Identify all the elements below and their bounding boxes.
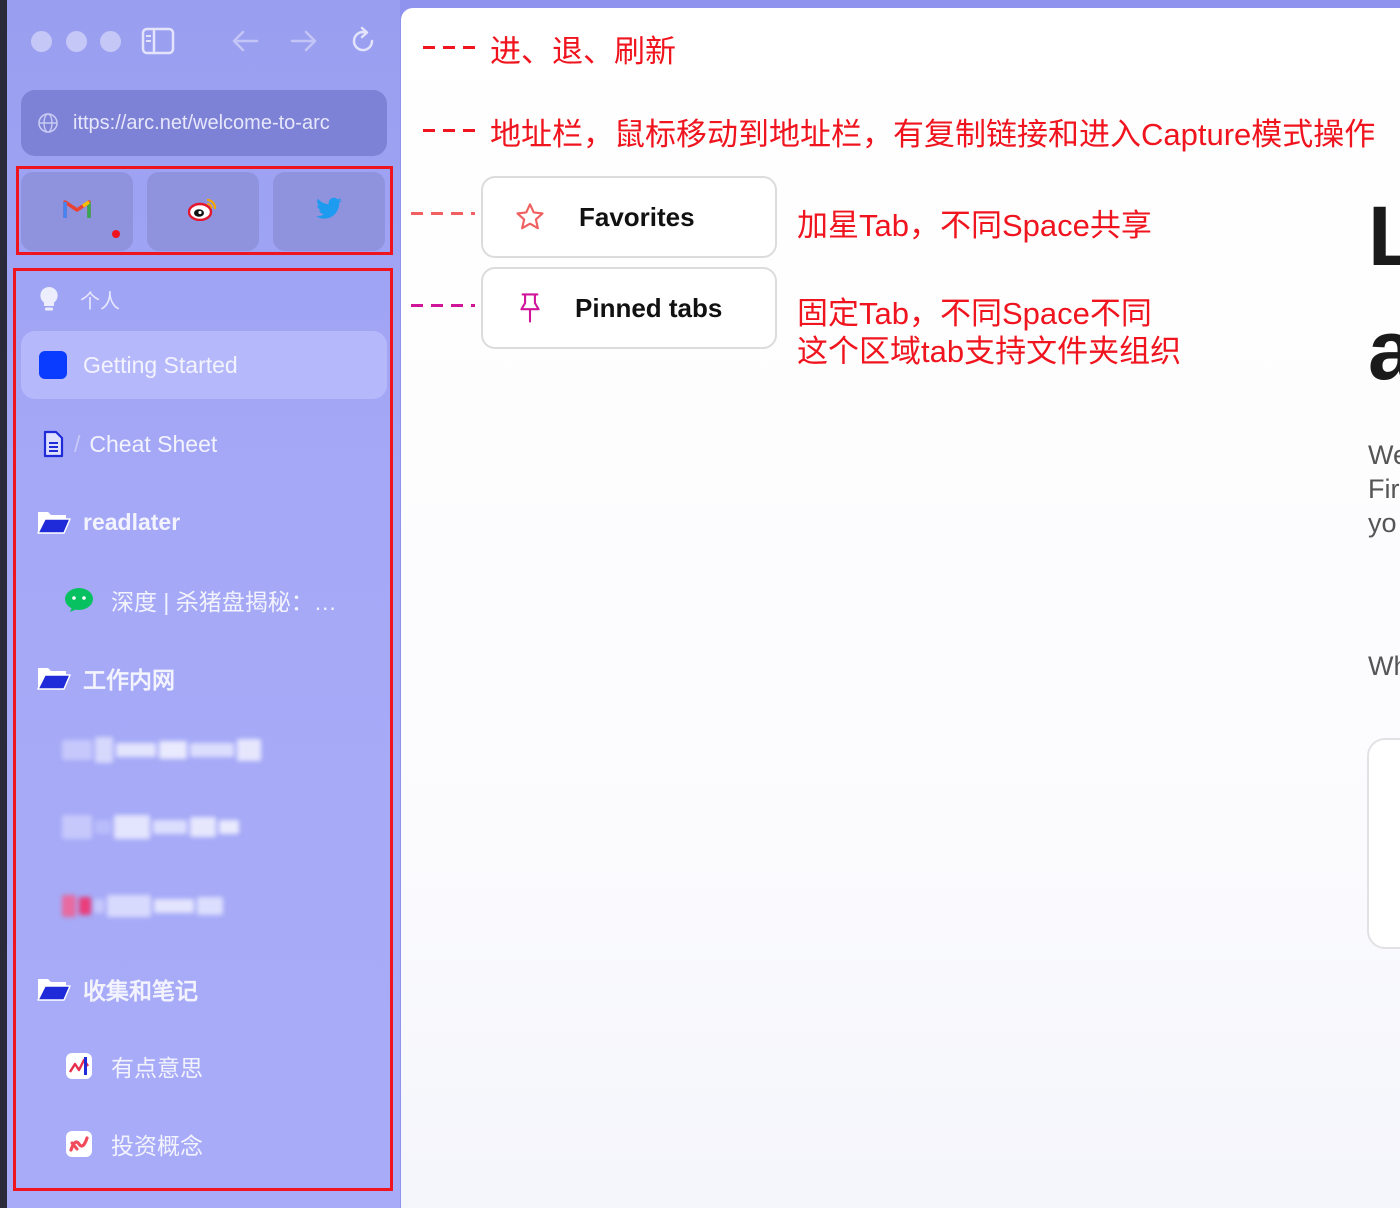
tab-label: Cheat Sheet [89, 430, 218, 457]
folder-open-icon [36, 663, 72, 693]
reload-icon[interactable] [345, 24, 381, 58]
tab-label: 有点意思 [111, 1055, 203, 1081]
twitter-icon [315, 197, 343, 226]
notification-dot [112, 230, 120, 238]
tab-blurred-1[interactable] [62, 737, 264, 763]
favorite-weibo[interactable] [147, 172, 259, 251]
tab-cheat-sheet[interactable]: / Cheat Sheet [38, 425, 217, 463]
tab-wechat-article[interactable]: 深度 | 杀猪盘揭秘：… [64, 581, 337, 619]
folder-label: 收集和笔记 [83, 978, 198, 1004]
folder-open-icon [36, 974, 72, 1004]
favorite-gmail[interactable] [21, 172, 133, 251]
forward-arrow-icon[interactable] [286, 24, 322, 58]
tab-blurred-3[interactable] [62, 895, 226, 917]
folder-open-icon [36, 507, 72, 537]
content-card [1367, 738, 1400, 949]
separator-slash: / [74, 430, 81, 457]
tab-label: 投资概念 [111, 1133, 203, 1159]
folder-work-intranet[interactable]: 工作内网 [36, 659, 175, 697]
chart-app-icon [64, 1051, 94, 1081]
sidebar-toggle-icon[interactable] [140, 24, 176, 58]
space-name: 个人 [80, 290, 120, 313]
space-title[interactable]: 个人 [38, 284, 120, 314]
tab-invest-concepts[interactable]: 投资概念 [64, 1125, 203, 1163]
folder-label: readlater [83, 508, 181, 535]
address-bar[interactable]: ittps://arc.net/welcome-to-arc [21, 90, 387, 156]
favorite-twitter[interactable] [273, 172, 385, 251]
back-arrow-icon[interactable] [227, 24, 263, 58]
tab-blurred-2[interactable] [62, 815, 242, 839]
lightbulb-icon [38, 284, 64, 314]
page-text-fragment-1: We [1368, 440, 1400, 470]
annotation-pinned-2: 这个区域tab支持文件夹组织 [797, 334, 1182, 369]
star-icon [513, 200, 547, 234]
folder-readlater[interactable]: readlater [36, 503, 180, 541]
annotation-dash-pinned [411, 304, 475, 307]
tab-interesting[interactable]: 有点意思 [64, 1047, 203, 1085]
pinned-legend-label: Pinned tabs [575, 292, 723, 323]
blue-square-icon [38, 350, 68, 380]
folder-collect-notes[interactable]: 收集和笔记 [36, 970, 198, 1008]
page-text-fragment-2: Fir [1368, 474, 1400, 504]
annotation-favorites: 加星Tab，不同Space共享 [797, 208, 1152, 243]
favorites-legend-label: Favorites [579, 201, 695, 232]
gmail-icon [63, 199, 91, 224]
tab-label: Getting Started [83, 351, 238, 378]
tab-label: 深度 | 杀猪盘揭秘：… [111, 589, 337, 615]
annotation-dash-favorites [411, 212, 475, 215]
globe-icon [37, 112, 59, 134]
page-text-fragment-3: yo [1368, 508, 1397, 538]
url-text: ittps://arc.net/welcome-to-arc [73, 111, 330, 134]
window-close-button[interactable] [31, 31, 52, 52]
weibo-icon [187, 197, 218, 226]
favorites-legend: Favorites [481, 176, 777, 258]
page-heading-fragment-1: L [1368, 189, 1400, 283]
annotation-address-bar: 地址栏，鼠标移动到地址栏，有复制链接和进入Capture模式操作 [490, 117, 1376, 152]
annotation-nav: 进、退、刷新 [490, 34, 676, 69]
app-icon [64, 1129, 94, 1159]
tab-getting-started[interactable]: Getting Started [21, 331, 387, 399]
wechat-icon [64, 585, 94, 615]
folder-label: 工作内网 [83, 667, 175, 693]
sidebar: ittps://arc.net/welcome-to-arc 个人 Gettin… [0, 0, 400, 1208]
window-maximize-button[interactable] [100, 31, 121, 52]
window-minimize-button[interactable] [66, 31, 87, 52]
annotation-dash-address [423, 129, 479, 132]
pinned-legend: Pinned tabs [481, 267, 777, 349]
page-heading-fragment-2: a [1368, 303, 1400, 397]
document-icon [38, 429, 68, 459]
page-text-fragment-4: Wh [1368, 651, 1400, 681]
annotation-dash-nav [423, 46, 479, 49]
pin-icon [513, 291, 547, 325]
